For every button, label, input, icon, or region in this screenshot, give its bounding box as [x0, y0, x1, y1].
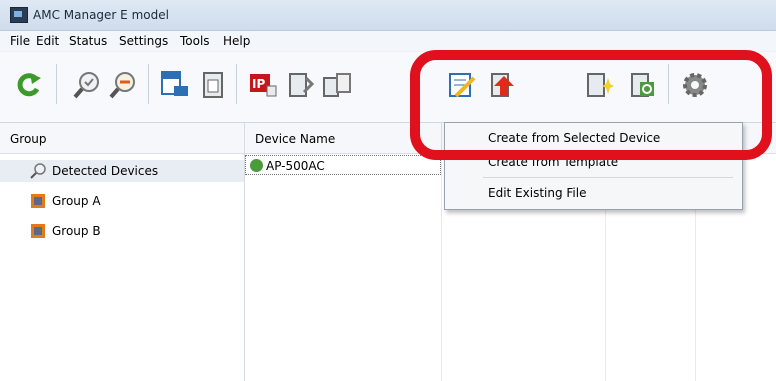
- column-header-label: Device Name: [255, 132, 336, 146]
- file-icon[interactable]: [198, 70, 228, 100]
- wrench-icon[interactable]: [286, 70, 316, 100]
- menu-file[interactable]: File: [10, 34, 30, 48]
- device-name: AP-500AC: [266, 159, 325, 173]
- search-minus-icon[interactable]: [108, 70, 138, 100]
- menu-status[interactable]: Status: [69, 34, 107, 48]
- toolbar-separator: [148, 64, 149, 104]
- table-row[interactable]: AP-500AC: [245, 155, 441, 175]
- tree-item-group-a[interactable]: Group A: [0, 190, 244, 212]
- title-bar: AMC Manager E model: [0, 0, 776, 31]
- window-title: AMC Manager E model: [33, 8, 169, 22]
- menu-settings[interactable]: Settings: [119, 34, 168, 48]
- svg-text:IP: IP: [252, 77, 265, 91]
- menu-edit[interactable]: Edit: [36, 34, 59, 48]
- tree-item-detected-devices[interactable]: Detected Devices: [0, 160, 244, 182]
- check-icon: [250, 159, 263, 172]
- device-wrench-icon[interactable]: [322, 70, 352, 100]
- menu-tools[interactable]: Tools: [180, 34, 210, 48]
- menu-item-edit-existing[interactable]: Edit Existing File: [445, 181, 742, 205]
- toolbar-separator: [56, 64, 57, 104]
- group-icon: [30, 223, 46, 239]
- group-header[interactable]: Group: [0, 123, 244, 154]
- app-window: AMC Manager E model File Edit Status Set…: [0, 0, 776, 381]
- tree-item-label: Group B: [52, 224, 101, 238]
- search-icon[interactable]: [72, 70, 102, 100]
- tree-item-group-b[interactable]: Group B: [0, 220, 244, 242]
- group-header-label: Group: [10, 132, 47, 146]
- group-panel: Group Detected Devices Group A Group B: [0, 123, 245, 381]
- ip-icon[interactable]: IP: [248, 70, 278, 100]
- group-icon: [30, 193, 46, 209]
- toolbar-separator: [236, 64, 237, 104]
- refresh-icon[interactable]: [14, 70, 44, 100]
- menu-bar: File Edit Status Settings Tools Help: [0, 31, 776, 51]
- menu-help[interactable]: Help: [223, 34, 250, 48]
- web-icon[interactable]: [160, 70, 190, 100]
- menu-item-label: Edit Existing File: [488, 186, 587, 200]
- tree-item-label: Group A: [52, 194, 101, 208]
- menu-separator: [483, 177, 733, 178]
- app-icon: [10, 7, 28, 23]
- highlight-annotation: [410, 50, 772, 160]
- column-divider: [441, 153, 442, 381]
- tree-item-label: Detected Devices: [52, 164, 159, 178]
- search-icon: [30, 163, 46, 179]
